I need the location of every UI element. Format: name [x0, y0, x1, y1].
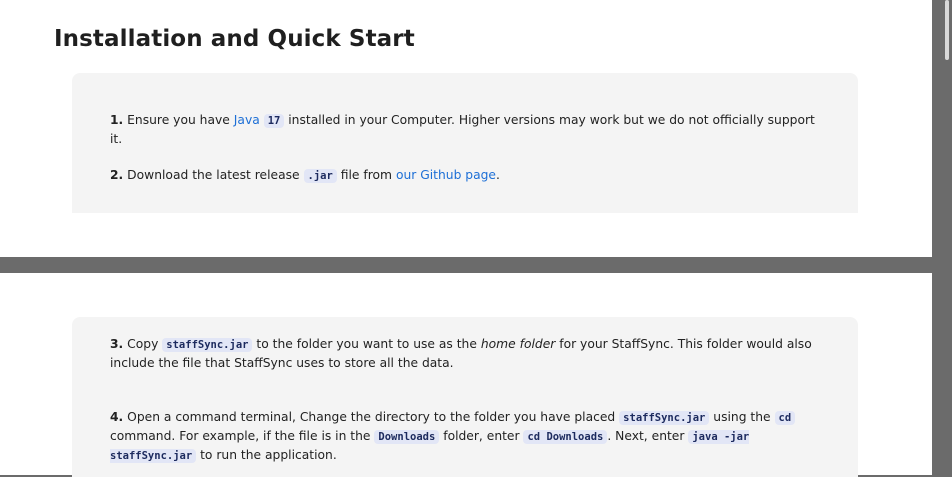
step-text: . Next, enter: [607, 429, 685, 443]
page-title: Installation and Quick Start: [54, 26, 415, 52]
step-text: to the folder you want to use as the: [256, 337, 477, 351]
step-text: Ensure you have: [127, 113, 230, 127]
jar-file-code: staffSync.jar: [162, 338, 253, 352]
step-3: 3. Copy staffSync.jar to the folder you …: [110, 335, 830, 372]
cd-command-code: cd: [774, 411, 796, 425]
step-text: Open a command terminal, Change the dire…: [127, 410, 616, 424]
document-page-1: Installation and Quick Start 1. Ensure y…: [0, 0, 932, 257]
step-text: file from: [340, 168, 393, 182]
step-text: Download the latest release: [127, 168, 300, 182]
jar-extension-code: .jar: [303, 169, 337, 183]
java-version-code: 17: [263, 114, 285, 128]
home-folder-emphasis: home folder: [480, 337, 556, 351]
jar-file-code: staffSync.jar: [619, 411, 710, 425]
step-number: 1.: [110, 113, 124, 127]
scrollbar-thumb[interactable]: [945, 0, 949, 60]
java-link[interactable]: Java: [234, 113, 260, 127]
document-page-2: 3. Copy staffSync.jar to the folder you …: [0, 273, 932, 477]
step-number: 2.: [110, 168, 124, 182]
scrollbar[interactable]: [932, 0, 952, 475]
step-text: Copy: [127, 337, 159, 351]
step-4: 4. Open a command terminal, Change the d…: [110, 408, 830, 465]
steps-card-2: 3. Copy staffSync.jar to the folder you …: [72, 317, 858, 477]
step-1: 1. Ensure you have Java 17 installed in …: [110, 111, 830, 148]
step-text: using the: [713, 410, 771, 424]
cd-downloads-code: cd Downloads: [523, 430, 608, 444]
github-link[interactable]: our Github page: [396, 168, 496, 182]
step-text: to run the application.: [200, 448, 337, 462]
step-text: folder, enter: [443, 429, 520, 443]
steps-card-1: 1. Ensure you have Java 17 installed in …: [72, 73, 858, 213]
step-2: 2. Download the latest release .jar file…: [110, 166, 830, 185]
step-text: .: [496, 168, 500, 182]
step-text: command. For example, if the file is in …: [110, 429, 371, 443]
step-number: 4.: [110, 410, 124, 424]
step-number: 3.: [110, 337, 124, 351]
downloads-folder-code: Downloads: [374, 430, 440, 444]
